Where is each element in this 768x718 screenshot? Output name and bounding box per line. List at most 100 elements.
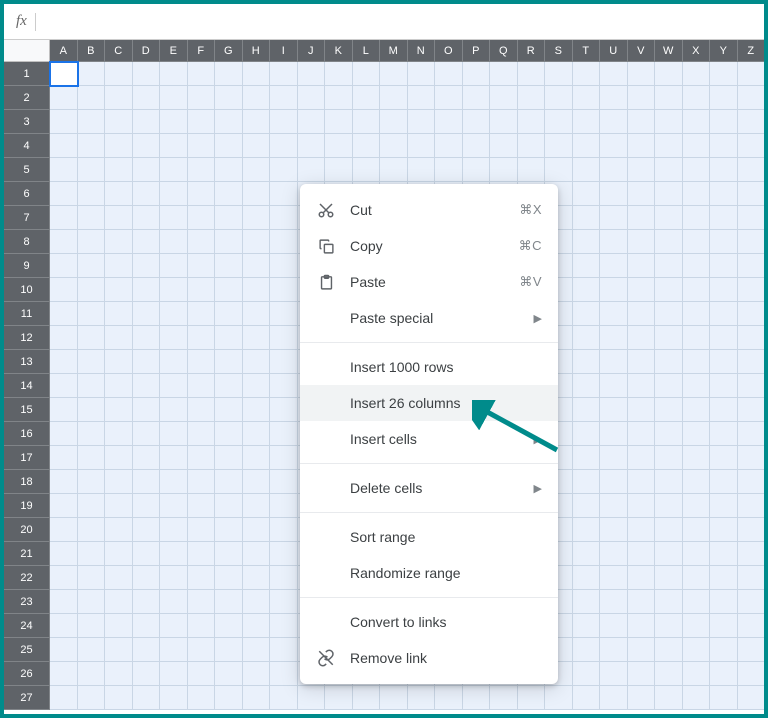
cell[interactable] [243,566,271,590]
cell[interactable] [655,302,683,326]
cell[interactable] [215,326,243,350]
cell[interactable] [50,638,78,662]
cell[interactable] [738,566,766,590]
column-header[interactable]: D [133,40,161,62]
cell[interactable] [160,542,188,566]
cell[interactable] [215,446,243,470]
cell[interactable] [325,110,353,134]
cell[interactable] [600,110,628,134]
cell[interactable] [710,518,738,542]
cell[interactable] [655,470,683,494]
cell[interactable] [463,62,491,86]
cell[interactable] [188,566,216,590]
cell[interactable] [50,470,78,494]
menu-paste[interactable]: Paste ⌘V [300,264,558,300]
cell[interactable] [600,206,628,230]
cell[interactable] [160,470,188,494]
cell[interactable] [243,686,271,710]
row-header[interactable]: 7 [4,206,50,230]
cell[interactable] [215,590,243,614]
cell[interactable] [50,182,78,206]
row-header[interactable]: 4 [4,134,50,158]
cell[interactable] [160,590,188,614]
cell[interactable] [353,62,381,86]
cell[interactable] [105,662,133,686]
cell[interactable] [50,62,78,86]
menu-copy[interactable]: Copy ⌘C [300,228,558,264]
cell[interactable] [270,302,298,326]
cell[interactable] [105,494,133,518]
cell[interactable] [628,206,656,230]
cell[interactable] [738,350,766,374]
cell[interactable] [160,206,188,230]
cell[interactable] [160,230,188,254]
cell[interactable] [78,686,106,710]
cell[interactable] [600,614,628,638]
cell[interactable] [710,470,738,494]
cell[interactable] [628,254,656,278]
column-header[interactable]: O [435,40,463,62]
menu-remove-link[interactable]: Remove link [300,640,558,676]
cell[interactable] [243,470,271,494]
cell[interactable] [710,254,738,278]
cell[interactable] [298,86,326,110]
cell[interactable] [463,86,491,110]
row-header[interactable]: 1 [4,62,50,86]
cell[interactable] [710,662,738,686]
cell[interactable] [188,86,216,110]
cell[interactable] [738,134,766,158]
cell[interactable] [270,590,298,614]
cell[interactable] [78,158,106,182]
row-header[interactable]: 23 [4,590,50,614]
cell[interactable] [738,182,766,206]
cell[interactable] [683,638,711,662]
cell[interactable] [243,254,271,278]
cell[interactable] [738,302,766,326]
cell[interactable] [545,86,573,110]
cell[interactable] [490,110,518,134]
cell[interactable] [215,206,243,230]
cell[interactable] [270,110,298,134]
cell[interactable] [160,422,188,446]
cell[interactable] [78,422,106,446]
cell[interactable] [710,326,738,350]
cell[interactable] [215,686,243,710]
cell[interactable] [710,686,738,710]
cell[interactable] [600,374,628,398]
cell[interactable] [160,518,188,542]
cell[interactable] [710,446,738,470]
cell[interactable] [655,326,683,350]
cell[interactable] [628,110,656,134]
cell[interactable] [380,110,408,134]
cell[interactable] [243,446,271,470]
cell[interactable] [655,86,683,110]
cell[interactable] [573,614,601,638]
cell[interactable] [463,686,491,710]
cell[interactable] [600,62,628,86]
cell[interactable] [573,62,601,86]
cell[interactable] [435,686,463,710]
cell[interactable] [270,470,298,494]
cell[interactable] [78,590,106,614]
row-header[interactable]: 13 [4,350,50,374]
cell[interactable] [215,302,243,326]
cell[interactable] [435,86,463,110]
row-header[interactable]: 12 [4,326,50,350]
cell[interactable] [270,398,298,422]
cell[interactable] [78,230,106,254]
cell[interactable] [600,422,628,446]
cell[interactable] [270,446,298,470]
cell[interactable] [50,542,78,566]
cell[interactable] [518,134,546,158]
cell[interactable] [353,134,381,158]
cell[interactable] [133,254,161,278]
cell[interactable] [710,374,738,398]
cell[interactable] [573,206,601,230]
cell[interactable] [215,614,243,638]
cell[interactable] [655,182,683,206]
cell[interactable] [573,542,601,566]
column-header[interactable]: B [78,40,106,62]
row-header[interactable]: 3 [4,110,50,134]
cell[interactable] [105,230,133,254]
cell[interactable] [738,326,766,350]
